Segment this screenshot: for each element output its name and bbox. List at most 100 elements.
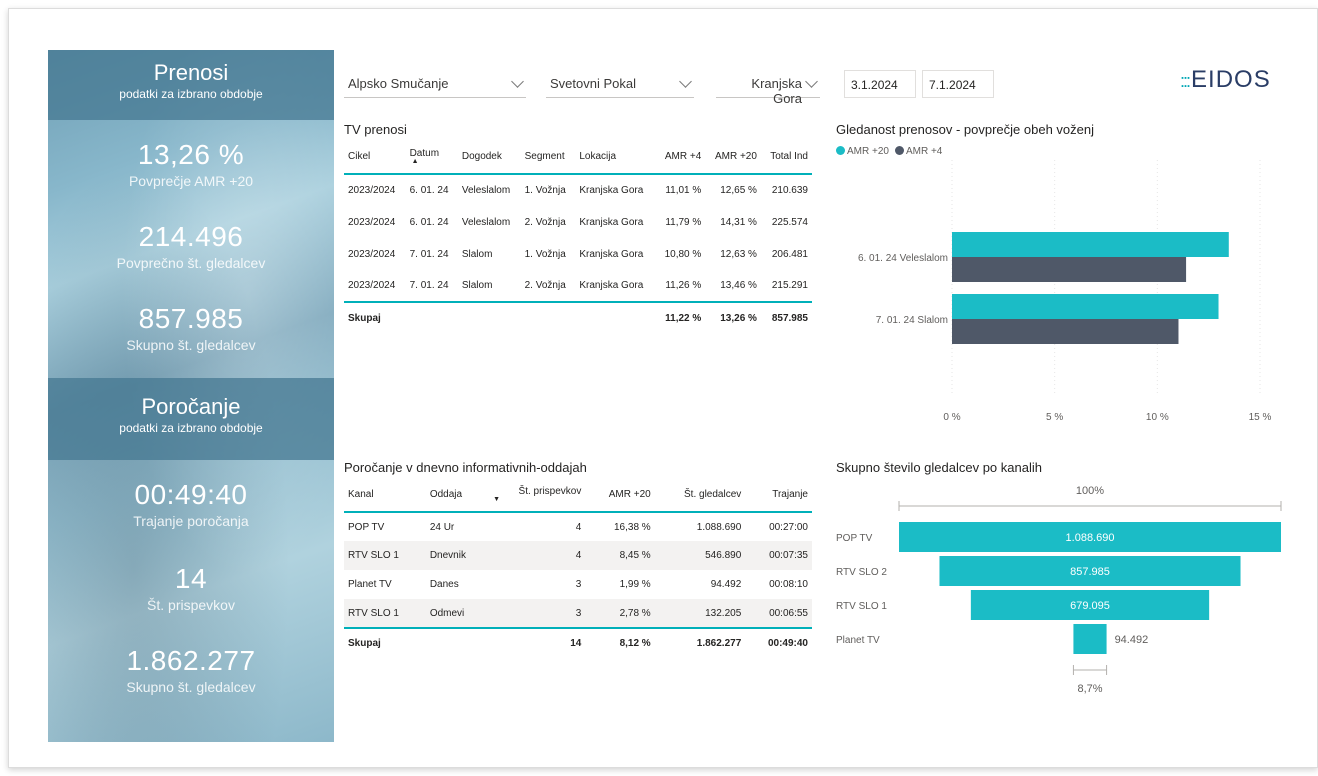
col-header[interactable]: AMR +20 [705, 140, 761, 175]
table-row[interactable]: RTV SLO 1 Odmevi 3 2,78 % 132.205 00:06:55 [344, 599, 812, 628]
kpi-report-viewers-value: 1.862.277 [126, 645, 256, 676]
date-to-input[interactable]: 7.1.2024 [922, 70, 994, 98]
legend-label: AMR +4 [905, 146, 943, 157]
col-header[interactable]: AMR +20 [585, 478, 655, 513]
table-cell: 4 [575, 521, 582, 533]
col-header[interactable]: Total Ind [760, 140, 812, 175]
col-header-sorted[interactable]: Št. prispevkov ▼ [487, 478, 586, 513]
table-cell: POP TV [348, 521, 385, 533]
table-row[interactable]: 2023/2024 6. 01. 24 Veleslalom 2. Vožnja Kra… [344, 206, 812, 238]
legend-item-amr20[interactable]: AMR +20 [836, 146, 889, 157]
kpi-count-value: 14 [174, 563, 208, 594]
kpi-count-label: Št. prispevkov [147, 597, 235, 613]
table-cell: 2. Vožnja [524, 216, 566, 228]
x-tick-label: 15 % [1249, 412, 1272, 423]
funnel-value-label: 1.088.690 [1066, 532, 1115, 544]
kpi-amr20-value: 13,26 % [137, 139, 245, 170]
kpi-amr20-label: Povprečje AMR +20 [128, 173, 254, 189]
table-row[interactable]: 2023/2024 7. 01. 24 Slalom 1. Vožnja Kranjsk… [344, 238, 812, 270]
total-amr20: 8,12 % [585, 627, 655, 657]
col-header[interactable]: Lokacija [575, 140, 656, 175]
competition-slicer[interactable]: Svetovni Pokal [546, 70, 694, 98]
table-cell: RTV SLO 1 [344, 541, 426, 570]
table-cell: Kranjska Gora [579, 280, 644, 291]
funnel-category-label: RTV SLO 1 [836, 601, 887, 612]
table-row[interactable]: 2023/2024 6. 01. 24 Veleslalom 1. Vožnja Kra… [344, 174, 812, 206]
kpi-avg-viewers-value: 214.496 [138, 221, 244, 252]
kpi-total-viewers: 857.985 Skupno št. gledalcev [48, 302, 334, 354]
table-cell: 1. Vožnja [524, 248, 566, 260]
funnel-value-label: 94.492 [1115, 634, 1149, 646]
table-cell: 00:07:35 [745, 541, 812, 570]
table-cell: 225.574 [771, 216, 808, 228]
table-cell: 215.291 [771, 280, 808, 291]
table-cell: 7. 01. 24 [409, 248, 449, 260]
col-header-label: Št. prispevkov [518, 486, 582, 497]
report-table-title: Poročanje v dnevno informativnih-oddajah [344, 460, 587, 475]
col-header[interactable]: Trajanje [745, 478, 812, 513]
col-header[interactable]: Segment [520, 140, 576, 175]
funnel-category-label: RTV SLO 2 [836, 567, 887, 578]
report-table-header: Kanal Oddaja Št. prispevkov ▼ AMR +20 Št.… [344, 478, 812, 513]
table-cell: 6. 01. 24 [409, 185, 449, 196]
col-header[interactable]: AMR +4 [655, 140, 706, 175]
location-slicer[interactable]: Kranjska Gora [716, 70, 820, 106]
table-cell: RTV SLO 1 [344, 599, 426, 628]
tv-table: Cikel Datum ▲ Dogodek Segment Lokacija AM… [344, 140, 812, 334]
porocanje-title: Poročanje [141, 394, 241, 419]
kpi-report-viewers-label: Skupno št. gledalcev [126, 679, 256, 695]
table-cell: Slalom [461, 280, 493, 291]
table-cell: Slalom [461, 248, 493, 260]
table-row[interactable]: POP TV 24 Ur 4 16,38 % 1.088.690 00:27:00 [344, 512, 812, 541]
chevron-down-icon [511, 75, 524, 88]
table-row[interactable]: RTV SLO 1 Dnevnik 4 8,45 % 546.890 00:07:35 [344, 541, 812, 570]
report-table: Kanal Oddaja Št. prispevkov ▼ AMR +20 Št.… [344, 478, 812, 657]
table-cell: 11,79 % [665, 216, 702, 228]
total-amr4: 11,22 % [655, 301, 706, 334]
col-header[interactable]: Cikel [344, 140, 406, 175]
kpi-total-viewers-label: Skupno št. gledalcev [126, 337, 256, 353]
empty-cell [575, 301, 656, 334]
prenosi-title: Prenosi [153, 60, 229, 85]
funnel-bottom-label: 8,7% [1077, 683, 1102, 695]
empty-cell [425, 627, 488, 657]
table-row[interactable]: Planet TV Danes 3 1,99 % 94.492 00:08:10 [344, 570, 812, 599]
funnel-value-label: 857.985 [1070, 566, 1110, 578]
category-label: 7. 01. 24 Slalom [876, 315, 948, 326]
tv-table-title: TV prenosi [344, 122, 407, 137]
table-cell: 24 Ur [429, 521, 455, 533]
table-cell: 13,46 % [720, 280, 757, 291]
prenosi-subtitle: podatki za izbrano obdobje [119, 87, 263, 101]
col-header[interactable]: Kanal [344, 478, 426, 513]
logo-text: EIDOS [1191, 66, 1271, 93]
total-ind: 857.985 [760, 301, 812, 334]
total-amr20: 13,26 % [705, 301, 761, 334]
bar [952, 294, 1219, 319]
bar [952, 232, 1229, 257]
bar [952, 257, 1187, 282]
legend-item-amr4[interactable]: AMR +4 [894, 146, 943, 157]
x-tick-label: 5 % [1046, 412, 1063, 423]
col-header[interactable]: Št. gledalcev [654, 478, 746, 513]
prenosi-header: Prenosi podatki za izbrano obdobje [48, 50, 334, 120]
table-cell: Kranjska Gora [579, 216, 644, 228]
chevron-down-icon [805, 75, 818, 88]
discipline-slicer[interactable]: Alpsko Smučanje [344, 70, 526, 98]
kpi-report-viewers: 1.862.277 Skupno št. gledalcev [48, 644, 334, 696]
table-cell: 1,99 % [619, 579, 651, 590]
table-cell: 16,38 % [614, 521, 651, 533]
table-cell: 4 [487, 541, 586, 570]
table-cell: 1.088.690 [696, 521, 742, 533]
table-cell: 546.890 [654, 541, 746, 570]
table-cell: Veleslalom [461, 216, 511, 228]
table-cell: 12,65 % [720, 185, 757, 196]
col-header[interactable]: Dogodek [457, 140, 521, 175]
porocanje-subtitle: podatki za izbrano obdobje [119, 421, 263, 435]
table-row[interactable]: 2023/2024 7. 01. 24 Slalom 2. Vožnja Kranjsk… [344, 270, 812, 302]
col-header[interactable]: Oddaja [425, 478, 488, 513]
col-header-sorted[interactable]: Datum ▲ [405, 140, 458, 175]
discipline-slicer-value: Alpsko Smučanje [348, 76, 449, 91]
kpi-duration-label: Trajanje poročanja [133, 513, 249, 529]
empty-cell [405, 301, 458, 334]
date-from-input[interactable]: 3.1.2024 [844, 70, 916, 98]
